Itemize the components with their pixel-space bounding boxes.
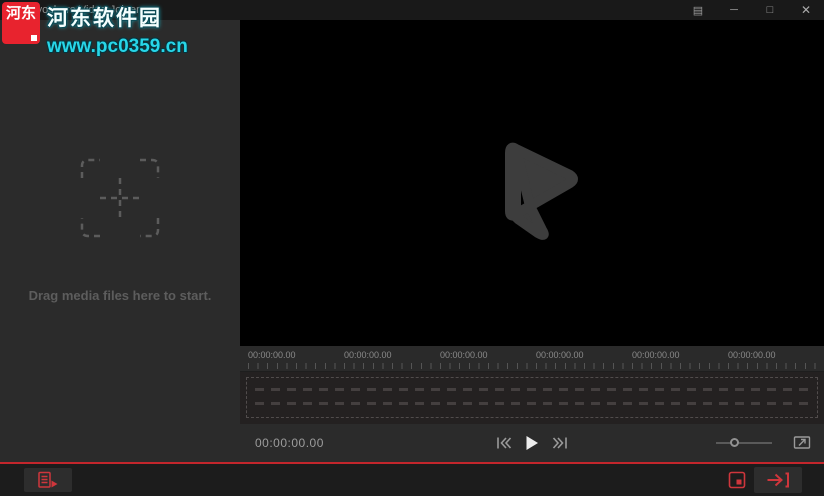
ruler-timestamp: 00:00:00.00 <box>632 350 680 360</box>
media-list-icon <box>37 471 59 489</box>
site-watermark: 河东 河东软件园 www.pc0359.cn <box>2 2 188 58</box>
zoom-slider[interactable] <box>716 442 772 444</box>
export-arrow-icon <box>765 471 791 489</box>
skip-to-end-button[interactable] <box>552 436 569 450</box>
ruler-timestamp: 00:00:00.00 <box>344 350 392 360</box>
watermark-site-name: 河东软件园 <box>47 2 188 32</box>
drop-hint-text: Drag media files here to start. <box>0 288 240 303</box>
timeline-track <box>240 372 824 424</box>
media-list-button[interactable] <box>24 468 72 492</box>
bottom-action-bar <box>0 464 824 496</box>
minimize-button[interactable]: ─ <box>716 0 752 20</box>
track-placeholder-dashes <box>255 388 809 391</box>
ruler-tick-marks <box>248 363 824 369</box>
ruler-timestamp: 00:00:00.00 <box>728 350 776 360</box>
timeline-ruler[interactable]: 00:00:00.00 00:00:00.00 00:00:00.00 00:0… <box>240 346 824 372</box>
track-placeholder-dashes <box>255 402 809 405</box>
track-drop-zone[interactable] <box>246 377 818 418</box>
play-button[interactable] <box>525 435 539 451</box>
ruler-timestamp: 00:00:00.00 <box>248 350 296 360</box>
maximize-button[interactable]: □ <box>752 0 788 20</box>
ruler-timestamp: 00:00:00.00 <box>440 350 488 360</box>
watermark-site-url: www.pc0359.cn <box>47 36 188 58</box>
menu-icon[interactable]: ▤ <box>680 0 716 20</box>
zoom-slider-knob[interactable] <box>730 438 739 447</box>
drop-target-icon <box>75 153 165 248</box>
frame-tool-button[interactable] <box>726 469 748 491</box>
video-preview-area <box>240 20 824 346</box>
convert-button[interactable] <box>754 467 802 493</box>
joyoshare-play-logo-icon <box>472 123 592 243</box>
skip-to-start-button[interactable] <box>495 436 512 450</box>
playback-controls-bar: 00:00:00.00 <box>240 424 824 462</box>
ruler-timestamp: 00:00:00.00 <box>536 350 584 360</box>
media-drop-panel[interactable]: Drag media files here to start. <box>0 20 240 462</box>
window-controls: ▤ ─ □ ✕ <box>680 0 824 20</box>
frame-icon <box>727 470 747 490</box>
close-button[interactable]: ✕ <box>788 0 824 20</box>
joyoshare-video-joiner-window: Joyoshare Video Joiner ▤ ─ □ ✕ 河东 河东软件园 … <box>0 0 824 496</box>
watermark-badge-icon: 河东 <box>2 2 40 44</box>
fullscreen-icon <box>793 435 811 450</box>
fullscreen-button[interactable] <box>793 435 811 453</box>
